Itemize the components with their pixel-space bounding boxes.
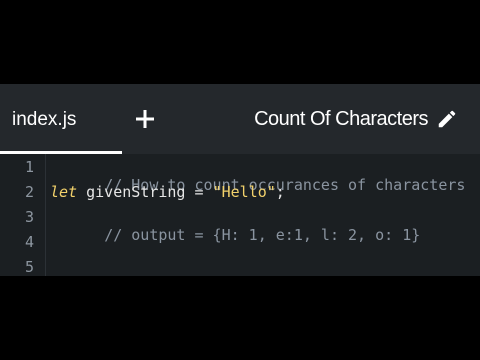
tab-index-js[interactable]: index.js — [0, 84, 122, 154]
line-number: 5 — [24, 258, 34, 276]
project-title: Count Of Characters — [254, 108, 428, 130]
code-operator: = — [194, 183, 213, 201]
code-keyword: let — [50, 183, 78, 201]
line-number: 1 — [24, 158, 34, 176]
code-line: // output = {H: 1, e:1, l: 2, o: 1} — [50, 208, 420, 262]
code-line: let givenString = "Hello"; — [50, 183, 285, 201]
tab-label: index.js — [12, 109, 77, 130]
editor-toolbar: index.js Count Of Characters — [0, 84, 480, 154]
line-number: 2 — [24, 183, 34, 201]
code-area[interactable]: 1 2 3 4 5 // How to count occurances of … — [0, 154, 480, 276]
code-string: "Hello" — [212, 183, 276, 201]
code-semicolon: ; — [275, 183, 285, 201]
line-number-gutter: 1 2 3 4 5 — [0, 154, 46, 276]
code-comment: // output = {H: 1, e:1, l: 2, o: 1} — [104, 226, 421, 244]
line-number: 3 — [24, 208, 34, 226]
code-editor: index.js Count Of Characters 1 2 3 4 5 /… — [0, 84, 480, 276]
add-file-button[interactable] — [132, 106, 158, 132]
plus-icon — [136, 110, 154, 128]
code-identifier: givenString — [77, 183, 195, 201]
letterbox-top — [0, 0, 480, 84]
gutter-divider — [45, 154, 46, 276]
line-number: 4 — [24, 233, 34, 251]
pencil-icon — [438, 110, 456, 128]
letterbox-bottom — [0, 276, 480, 360]
edit-title-button[interactable] — [436, 108, 458, 130]
